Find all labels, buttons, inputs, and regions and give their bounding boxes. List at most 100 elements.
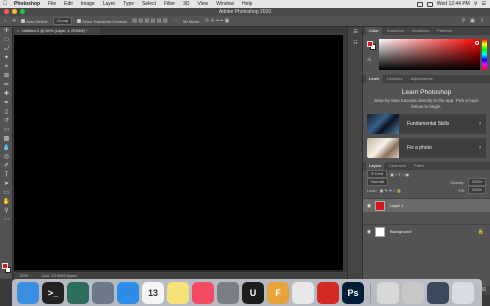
menu-image[interactable]: Image	[77, 0, 99, 8]
tab-color[interactable]: Color	[366, 27, 382, 35]
system-preferences-icon[interactable]	[217, 281, 239, 304]
lasso-tool-icon[interactable]: ⤾	[0, 45, 13, 54]
search-icon[interactable]: ⚲	[461, 16, 465, 27]
gradient-tool-icon[interactable]: ▩	[0, 135, 13, 144]
eye-icon[interactable]: ◉	[363, 229, 375, 235]
gamut-warning-icon[interactable]: ⚠	[367, 57, 371, 63]
more-tools-icon[interactable]: ⋯	[0, 216, 13, 225]
panel-foreground-swatch[interactable]	[367, 41, 373, 47]
battery-icon[interactable]	[426, 1, 433, 7]
move-tool-icon[interactable]: ✢	[12, 16, 16, 27]
blend-mode-dropdown[interactable]: Normal	[367, 178, 388, 186]
path-selection-tool-icon[interactable]: ➤	[0, 180, 13, 189]
document-tab[interactable]: × Untitled-1 @ 50% (Layer 1, RGB/8) *	[14, 27, 102, 35]
clock[interactable]: Wed 12:44 PM	[437, 0, 470, 8]
properties-panel-icon[interactable]: ☷	[348, 38, 363, 49]
3d-mode-icons[interactable]: ⟳ ✢ ⟷ ▣	[205, 16, 229, 27]
layer-name[interactable]: Background	[390, 229, 411, 234]
auto-select-dropdown[interactable]: Group	[53, 17, 73, 25]
fill-field[interactable]: 100%	[467, 186, 486, 194]
hand-tool-icon[interactable]: ✋	[0, 198, 13, 207]
eyedropper-tool-icon[interactable]: ✏	[0, 81, 13, 90]
filter-icons[interactable]: ▣ ○ T □ ▣	[390, 172, 409, 177]
share-icon[interactable]: ⇧	[480, 16, 484, 27]
creative-cloud-icon[interactable]	[317, 281, 339, 304]
menu-select[interactable]: Select	[138, 0, 160, 8]
clone-stamp-tool-icon[interactable]: ▯	[0, 108, 13, 117]
menu-type[interactable]: Type	[119, 0, 138, 8]
color-field[interactable]	[379, 39, 480, 70]
workspace-icon[interactable]: ▣	[470, 16, 475, 27]
zoom-window-button[interactable]	[20, 9, 25, 14]
menu-layer[interactable]: Layer	[99, 0, 120, 8]
photo-app-icon[interactable]	[402, 281, 424, 304]
close-tab-icon[interactable]: ×	[17, 27, 19, 35]
transform-controls-checkbox[interactable]: Show Transform Controls	[77, 16, 127, 27]
display-icon[interactable]	[427, 281, 449, 304]
magic-wand-tool-icon[interactable]: ✦	[0, 54, 13, 63]
hue-slider[interactable]	[482, 39, 487, 70]
kind-filter-dropdown[interactable]: ⚲ Kind	[367, 170, 388, 178]
tab-swatches[interactable]: Swatches	[384, 27, 407, 35]
auto-select-checkbox[interactable]: Auto-Select:	[21, 16, 48, 27]
search-icon[interactable]: ⚲	[474, 0, 478, 8]
tab-patterns[interactable]: Patterns	[434, 27, 455, 35]
wifi-icon[interactable]	[416, 1, 423, 7]
layer-row-layer-1[interactable]: ◉ Layer 1	[363, 198, 490, 212]
launchpad-icon[interactable]	[92, 281, 114, 304]
tab-channels[interactable]: Channels	[386, 162, 409, 170]
type-tool-icon[interactable]: T	[0, 171, 13, 180]
blur-tool-icon[interactable]: 💧	[0, 144, 13, 153]
opacity-field[interactable]: 100%	[467, 178, 486, 186]
font-app-icon[interactable]: F	[267, 281, 289, 304]
menu-window[interactable]: Window	[212, 0, 238, 8]
tab-libraries[interactable]: Libraries	[384, 75, 405, 83]
crop-tool-icon[interactable]: ⌖	[0, 63, 13, 72]
photoshop-icon[interactable]: Ps	[342, 281, 364, 304]
eraser-tool-icon[interactable]: ▭	[0, 126, 13, 135]
doc-size[interactable]: Doc: 24.9M/0 bytes	[42, 272, 76, 279]
close-window-button[interactable]	[4, 9, 9, 14]
align-icons[interactable]: ▤ ▤ ▤ ▤ ▤ ▤	[132, 16, 167, 27]
card-fix-a-photo[interactable]: Fix a photo ›	[367, 138, 486, 158]
preview-icon[interactable]	[377, 281, 399, 304]
calendar-icon[interactable]: 13	[142, 281, 164, 304]
time-machine-icon[interactable]	[67, 281, 89, 304]
zoom-level[interactable]: 50%	[20, 272, 28, 279]
frame-tool-icon[interactable]: ⊠	[0, 72, 13, 81]
menu-view[interactable]: View	[194, 0, 213, 8]
history-panel-icon[interactable]: ☰	[348, 27, 363, 38]
home-icon[interactable]: ⌂	[4, 16, 7, 27]
music-icon[interactable]	[192, 281, 214, 304]
layer-name[interactable]: Layer 1	[390, 203, 403, 208]
pen-tool-icon[interactable]: ✐	[0, 162, 13, 171]
apple-menu-icon[interactable]: 	[0, 0, 10, 8]
move-tool-icon[interactable]: ✢	[0, 27, 13, 36]
tab-learn[interactable]: Learn	[366, 75, 383, 83]
tab-layers[interactable]: Layers	[366, 162, 385, 170]
menu-file[interactable]: File	[44, 0, 60, 8]
unreal-engine-icon[interactable]: U	[242, 281, 264, 304]
lock-icons[interactable]: ▣ ✎ ✢ □ 🔒	[380, 188, 402, 193]
menu-filter[interactable]: Filter	[160, 0, 179, 8]
chrome-icon[interactable]	[292, 281, 314, 304]
marquee-tool-icon[interactable]: □	[0, 36, 13, 45]
menu-3d[interactable]: 3D	[179, 0, 193, 8]
terminal-icon[interactable]: >_	[42, 281, 64, 304]
menu-help[interactable]: Help	[238, 0, 256, 8]
foreground-color-swatch[interactable]	[2, 263, 8, 269]
trash-icon[interactable]	[452, 281, 474, 304]
healing-brush-tool-icon[interactable]: ✚	[0, 90, 13, 99]
tab-paths[interactable]: Paths	[411, 162, 427, 170]
shape-tool-icon[interactable]: ▭	[0, 189, 13, 198]
notes-icon[interactable]	[167, 281, 189, 304]
more-options-icon[interactable]: ⋯	[173, 16, 178, 27]
menu-app[interactable]: Photoshop	[10, 0, 44, 8]
tab-gradients[interactable]: Gradients	[409, 27, 432, 35]
control-center-icon[interactable]: ☰	[482, 0, 486, 8]
canvas[interactable]	[14, 35, 343, 270]
history-brush-tool-icon[interactable]: ↺	[0, 117, 13, 126]
dodge-tool-icon[interactable]: ◎	[0, 153, 13, 162]
eye-icon[interactable]: ◉	[363, 203, 375, 209]
tab-adjustments[interactable]: Adjustments	[408, 75, 436, 83]
